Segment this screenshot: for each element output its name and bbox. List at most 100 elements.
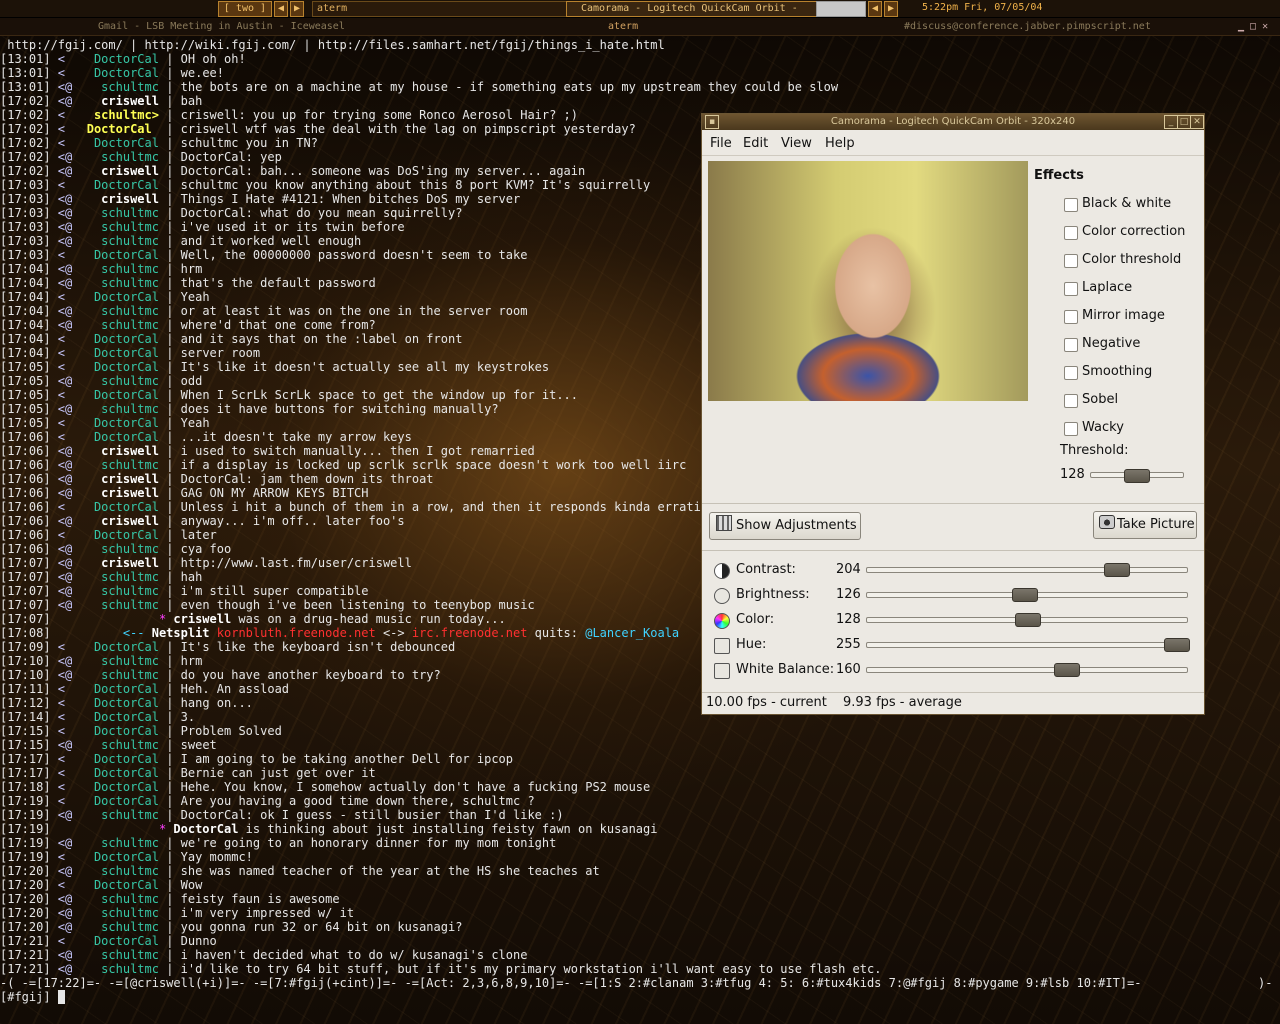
adjustment-slider[interactable] bbox=[866, 642, 1188, 648]
adjustment-slider[interactable] bbox=[866, 667, 1188, 673]
chat-line: [17:08] <-- Netsplit kornbluth.freenode.… bbox=[0, 626, 679, 640]
effect-checkbox[interactable] bbox=[1064, 282, 1078, 296]
task-camorama[interactable]: Camorama - Logitech QuickCam Orbit - bbox=[566, 1, 826, 17]
menu-file[interactable]: File bbox=[710, 136, 732, 151]
separator: | bbox=[158, 332, 181, 346]
separator: | bbox=[158, 402, 181, 416]
nick-mode: <@ bbox=[50, 150, 73, 164]
nick-mode: <@ bbox=[50, 402, 73, 416]
message: if a display is locked up scrlk scrlk sp… bbox=[180, 458, 687, 472]
timestamp: [17:06] bbox=[0, 472, 51, 486]
prev-arrow-icon[interactable]: ◀ bbox=[274, 1, 288, 17]
menu-edit[interactable]: Edit bbox=[743, 136, 768, 151]
next-arrow-icon[interactable]: ▶ bbox=[290, 1, 304, 17]
separator: | bbox=[158, 164, 181, 178]
menu-help[interactable]: Help bbox=[825, 136, 855, 151]
adjustment-slider-knob[interactable] bbox=[1164, 638, 1190, 652]
effect-label[interactable]: Laplace bbox=[1082, 280, 1132, 295]
adjustment-slider-knob[interactable] bbox=[1012, 588, 1039, 602]
effect-label[interactable]: Mirror image bbox=[1082, 308, 1165, 323]
effect-checkbox[interactable] bbox=[1064, 366, 1078, 380]
threshold-label: Threshold: bbox=[1060, 443, 1129, 458]
tray-icons[interactable] bbox=[816, 1, 866, 17]
task-aterm[interactable]: aterm bbox=[312, 1, 568, 17]
effect-label[interactable]: Black & white bbox=[1082, 196, 1171, 211]
message: and it says that on the :label on front bbox=[180, 332, 463, 346]
nick-mode: < bbox=[50, 794, 73, 808]
tray-next-icon[interactable]: ▶ bbox=[884, 1, 898, 17]
effect-checkbox[interactable] bbox=[1064, 254, 1078, 268]
message: that's the default password bbox=[180, 276, 376, 290]
timestamp: [17:07] bbox=[0, 584, 51, 598]
nick-mode: < bbox=[50, 766, 73, 780]
timestamp: [17:21] bbox=[0, 962, 51, 976]
effect-checkbox[interactable] bbox=[1064, 226, 1078, 240]
effect-checkbox[interactable] bbox=[1064, 394, 1078, 408]
effect-checkbox[interactable] bbox=[1064, 310, 1078, 324]
adjustment-slider[interactable] bbox=[866, 567, 1188, 573]
separator: | bbox=[158, 850, 181, 864]
effect-checkbox[interactable] bbox=[1064, 338, 1078, 352]
show-adjustments-button[interactable]: Show Adjustments bbox=[709, 512, 861, 540]
take-picture-button[interactable]: Take Picture bbox=[1093, 511, 1197, 539]
top-panel: [ two ] ◀ ▶ aterm Camorama - Logitech Qu… bbox=[0, 0, 1280, 18]
nick: criswell bbox=[72, 164, 159, 178]
nick: schultmc bbox=[72, 234, 159, 248]
nick-mode: <@ bbox=[50, 94, 73, 108]
workspace-switcher[interactable]: [ two ] bbox=[218, 1, 272, 17]
nick: schultmc bbox=[72, 542, 159, 556]
timestamp: [17:05] bbox=[0, 416, 51, 430]
timestamp: [17:07] bbox=[0, 598, 51, 612]
effect-checkbox[interactable] bbox=[1064, 422, 1078, 436]
chat-line: [17:03] < DoctorCal | schultmc you know … bbox=[0, 178, 650, 192]
adjustment-slider-knob[interactable] bbox=[1053, 663, 1080, 677]
separator: | bbox=[158, 262, 181, 276]
message: OH oh oh! bbox=[180, 52, 246, 66]
nick: criswell bbox=[72, 486, 159, 500]
title-center[interactable]: aterm bbox=[608, 20, 638, 34]
input-line[interactable]: [#fgij] bbox=[0, 990, 66, 1004]
minimize-icon[interactable]: _ bbox=[1164, 115, 1178, 129]
timestamp: [17:07] bbox=[0, 612, 51, 626]
nick-mode: <@ bbox=[50, 668, 73, 682]
nick-mode: <@ bbox=[50, 836, 73, 850]
timestamp: [17:03] bbox=[0, 178, 51, 192]
nick-mode: < bbox=[50, 752, 73, 766]
chat-line: [17:03] <@ schultmc | and it worked well… bbox=[0, 234, 361, 248]
message: feisty faun is awesome bbox=[180, 892, 340, 906]
nick-mode: <@ bbox=[50, 276, 73, 290]
camorama-titlebar[interactable]: Camorama - Logitech QuickCam Orbit - 320… bbox=[702, 114, 1204, 130]
message: Bernie can just get over it bbox=[180, 766, 376, 780]
close-icon[interactable]: ✕ bbox=[1190, 115, 1204, 129]
timestamp: [17:14] bbox=[0, 710, 51, 724]
effect-label[interactable]: Color threshold bbox=[1082, 252, 1181, 267]
timestamp: [17:02] bbox=[0, 150, 51, 164]
window-menu-icon[interactable]: ▪ bbox=[705, 115, 719, 129]
nick-mode: < bbox=[50, 724, 73, 738]
chat-line: [17:06] < DoctorCal | later bbox=[0, 528, 217, 542]
timestamp: [17:06] bbox=[0, 458, 51, 472]
message: hang on... bbox=[180, 696, 253, 710]
separator: | bbox=[158, 234, 181, 248]
effect-label[interactable]: Sobel bbox=[1082, 392, 1118, 407]
chat-line: [17:05] < DoctorCal | It's like it doesn… bbox=[0, 360, 549, 374]
threshold-slider-knob[interactable] bbox=[1124, 469, 1150, 483]
effect-label[interactable]: Smoothing bbox=[1082, 364, 1152, 379]
effect-label[interactable]: Wacky bbox=[1082, 420, 1124, 435]
adjustment-slider-knob[interactable] bbox=[1104, 563, 1131, 577]
tray-prev-icon[interactable]: ◀ bbox=[868, 1, 882, 17]
camorama-window[interactable]: Camorama - Logitech QuickCam Orbit - 320… bbox=[701, 113, 1205, 715]
effect-label[interactable]: Color correction bbox=[1082, 224, 1185, 239]
effect-label[interactable]: Negative bbox=[1082, 336, 1140, 351]
separator: | bbox=[158, 738, 181, 752]
window-controls[interactable]: ▁ □ ✕ bbox=[1238, 20, 1268, 34]
title-left[interactable]: Gmail - LSB Meeting in Austin - Icewease… bbox=[98, 20, 345, 34]
message: even though i've been listening to teeny… bbox=[180, 598, 535, 612]
title-right[interactable]: #discuss@conference.jabber.pimpscript.ne… bbox=[904, 20, 1151, 34]
message: and it worked well enough bbox=[180, 234, 362, 248]
timestamp: [17:06] bbox=[0, 542, 51, 556]
adjustment-slider-knob[interactable] bbox=[1015, 613, 1041, 627]
menu-view[interactable]: View bbox=[781, 136, 812, 151]
effect-checkbox[interactable] bbox=[1064, 198, 1078, 212]
maximize-icon[interactable]: □ bbox=[1177, 115, 1191, 129]
